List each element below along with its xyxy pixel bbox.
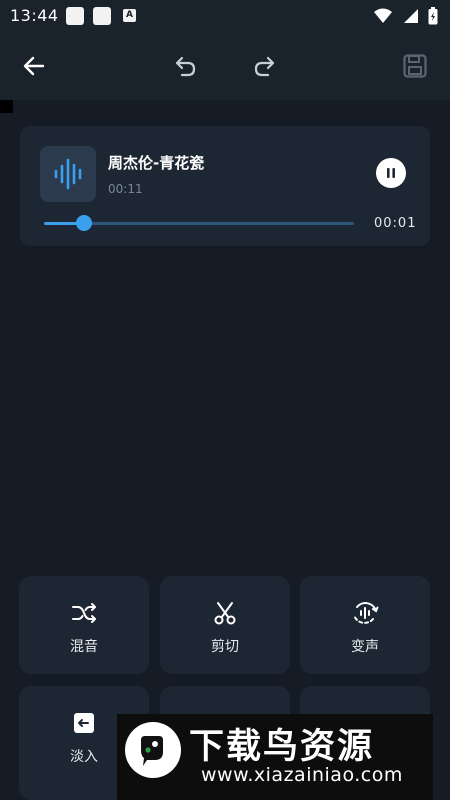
undo-button[interactable] — [166, 46, 206, 86]
current-time: 00:01 — [374, 216, 417, 231]
voice-change-icon — [350, 598, 380, 628]
tool-voice-change[interactable]: 变声 — [300, 576, 430, 674]
save-icon — [403, 54, 427, 78]
fade-in-icon — [69, 708, 99, 738]
notification-icon — [66, 7, 84, 25]
track-duration: 00:11 — [108, 182, 143, 196]
pause-icon — [387, 168, 395, 178]
signal-icon — [404, 9, 418, 23]
redo-icon — [254, 56, 275, 77]
notification-icon — [93, 7, 111, 25]
shuffle-icon — [69, 598, 99, 628]
tool-label: 剪切 — [211, 639, 239, 655]
top-toolbar — [0, 32, 450, 100]
tool-cut[interactable]: 剪切 — [160, 576, 290, 674]
status-icons — [374, 7, 438, 25]
bird-logo-icon — [125, 722, 181, 778]
track-title: 周杰伦-青花瓷 — [108, 154, 205, 172]
wifi-icon — [374, 8, 392, 23]
track-thumbnail — [40, 146, 96, 202]
scissors-icon — [210, 598, 240, 628]
tool-label: 混音 — [70, 639, 98, 655]
status-time: 13:44 — [10, 6, 59, 25]
pause-button[interactable] — [376, 158, 406, 188]
back-button[interactable] — [14, 46, 54, 86]
watermark-banner: 下载鸟资源 www.xiazainiao.com — [117, 714, 433, 800]
tool-mix[interactable]: 混音 — [19, 576, 149, 674]
tool-label: 变声 — [351, 639, 379, 655]
waveform-icon — [54, 158, 82, 190]
watermark-name: 下载鸟资源 — [189, 727, 375, 767]
battery-icon — [428, 7, 438, 25]
watermark-url: www.xiazainiao.com — [201, 764, 403, 786]
undo-icon — [175, 56, 196, 77]
progress-knob[interactable] — [76, 215, 93, 231]
corner-marker — [0, 100, 13, 113]
audio-player-card: 周杰伦-青花瓷 00:11 00:01 — [20, 126, 430, 246]
save-button[interactable] — [395, 46, 435, 86]
redo-button[interactable] — [244, 46, 284, 86]
status-bar: 13:44 A — [0, 0, 450, 32]
progress-slider[interactable] — [44, 215, 354, 231]
arrow-left-icon — [23, 56, 45, 76]
keyboard-notification-icon: A — [123, 9, 136, 22]
